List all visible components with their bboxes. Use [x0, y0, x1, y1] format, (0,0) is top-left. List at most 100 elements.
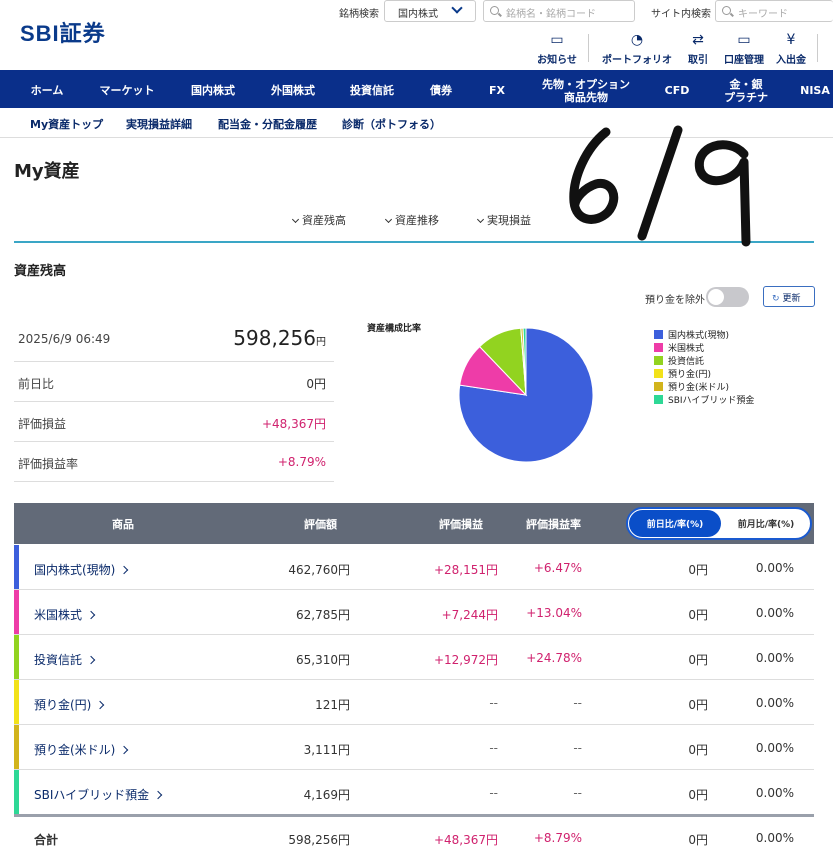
chevron-down-icon	[451, 2, 463, 14]
unrealized-pl: --	[489, 741, 498, 755]
nav-gold-silver[interactable]: 金・銀 プラチナ	[712, 73, 780, 108]
nav-fx[interactable]: FX	[474, 73, 520, 108]
category-color-bar	[14, 635, 19, 679]
trade-button[interactable]: ⇄ 取引	[682, 32, 714, 66]
handwritten-note	[569, 125, 751, 247]
subnav-diagnosis[interactable]: 診断（ポトフォる）	[342, 116, 441, 132]
nav-market[interactable]: マーケット	[88, 73, 166, 108]
market-value: 462,760円	[288, 563, 350, 577]
summary-row: 評価損益率 +8.79%	[14, 442, 334, 482]
nav-mutual-funds[interactable]: 投資信託	[336, 73, 408, 108]
day-change-rate: 0.00%	[755, 786, 794, 800]
holding-link[interactable]: SBIハイブリッド預金	[34, 786, 163, 803]
nav-nisa[interactable]: NISA	[790, 73, 833, 108]
legend-swatch	[654, 343, 663, 352]
table-total-row: 合計 598,256円 +48,367円 +8.79% 0円 0.00%	[14, 814, 814, 856]
nav-domestic-stocks[interactable]: 国内株式	[176, 73, 250, 108]
account-icon: ▭	[737, 32, 751, 48]
anchor-realized[interactable]: 実現損益	[476, 212, 531, 228]
anchor-balance[interactable]: 資産残高	[291, 212, 346, 228]
subnav-realized-pl[interactable]: 実現損益詳細	[126, 116, 192, 132]
search-icon	[722, 6, 731, 15]
comparison-toggle: 前日比/率(%) 前月比/率(%)	[626, 507, 812, 540]
market-value: 121円	[315, 698, 350, 712]
unrealized-pl: --	[489, 786, 498, 800]
ticker-search-input[interactable]: 銘柄名・銘柄コード	[483, 0, 635, 22]
notice-button[interactable]: ▭ お知らせ	[534, 32, 580, 66]
category-color-bar	[14, 770, 19, 814]
total-row: 2025/6/9 06:49 598,256円	[14, 318, 334, 362]
legend-swatch	[654, 356, 663, 365]
balance-section-title: 資産残高	[14, 264, 67, 279]
category-color-bar	[14, 545, 19, 589]
market-value: 65,310円	[296, 653, 350, 667]
deposit-button[interactable]: ¥ 入出金	[772, 32, 810, 66]
account-button[interactable]: ▭ 口座管理	[722, 32, 766, 66]
portfolio-icon: ◔	[630, 32, 644, 48]
subnav-dividend-history[interactable]: 配当金・分配金履歴	[218, 116, 317, 132]
nav-futures-options[interactable]: 先物・オプション 商品先物	[526, 73, 646, 108]
exclude-deposit-label: 預り金を除外	[645, 295, 705, 306]
holding-link[interactable]: 国内株式(現物)	[34, 561, 129, 578]
site-header: SBI証券 銘柄検索 国内株式 銘柄名・銘柄コード サイト内検索 キーワード ▭…	[0, 0, 833, 70]
legend-item: SBIハイブリッド預金	[654, 393, 754, 406]
chevron-right-icon	[86, 655, 96, 665]
unrealized-pl: +28,151円	[433, 563, 498, 577]
header-divider	[817, 34, 818, 62]
category-color-bar	[14, 590, 19, 634]
legend-item: 預り金(米ドル)	[654, 380, 754, 393]
market-value: 4,169円	[303, 788, 350, 802]
subnav-my-assets-top[interactable]: My資産トップ	[30, 116, 103, 132]
sbi-logo[interactable]: SBI証券	[20, 16, 106, 48]
legend-swatch	[654, 369, 663, 378]
trade-icon: ⇄	[692, 32, 704, 48]
holding-link[interactable]: 預り金(米ドル)	[34, 741, 129, 758]
day-change: 0円	[688, 788, 708, 802]
day-change: 0円	[688, 698, 708, 712]
month-compare-button[interactable]: 前月比/率(%)	[720, 510, 812, 537]
nav-bonds[interactable]: 債券	[414, 73, 468, 108]
day-change-rate: 0.00%	[755, 606, 794, 620]
yen-icon: ¥	[786, 32, 796, 48]
holding-link[interactable]: 投資信託	[34, 651, 96, 668]
unrealized-pl-rate: +13.04%	[526, 606, 582, 620]
header-divider	[588, 34, 589, 62]
as-of-datetime: 2025/6/9 06:49	[18, 332, 111, 346]
nav-cfd[interactable]: CFD	[652, 73, 702, 108]
day-change: 0円	[688, 563, 708, 577]
summary-row: 前日比 0円	[14, 362, 334, 402]
ticker-search-label: 銘柄検索	[339, 9, 379, 20]
day-compare-button[interactable]: 前日比/率(%)	[629, 510, 721, 537]
total-assets: 598,256円	[233, 326, 326, 350]
category-color-bar	[14, 725, 19, 769]
day-change-rate: 0.00%	[755, 561, 794, 575]
nav-home[interactable]: ホーム	[14, 73, 80, 108]
chevron-down-icon	[291, 215, 300, 224]
market-select[interactable]: 国内株式	[384, 0, 476, 22]
unrealized-pl-rate: +6.47%	[533, 561, 582, 575]
anchor-history[interactable]: 資産推移	[384, 212, 439, 228]
site-search-input[interactable]: キーワード	[715, 0, 833, 22]
day-change: 0円	[688, 608, 708, 622]
holding-link[interactable]: 預り金(円)	[34, 696, 105, 713]
refresh-button[interactable]: ↻ 更新	[763, 286, 815, 307]
table-row: 預り金(円) 121円 -- -- 0円 0.00%	[14, 680, 814, 725]
page-title: My資産	[14, 161, 80, 182]
market-value: 3,111円	[303, 743, 350, 757]
holdings-table-header: 商品 評価額 評価損益 評価損益率 前日比/率(%) 前月比/率(%)	[14, 503, 814, 544]
summary-row: 評価損益 +48,367円	[14, 402, 334, 442]
exclude-deposit-toggle[interactable]	[706, 287, 749, 307]
legend-swatch	[654, 382, 663, 391]
unrealized-pl-rate: --	[573, 786, 582, 800]
chevron-down-icon	[476, 215, 485, 224]
chevron-right-icon	[96, 700, 105, 710]
table-row: 国内株式(現物) 462,760円 +28,151円 +6.47% 0円 0.00%	[14, 545, 814, 590]
portfolio-button[interactable]: ◔ ポートフォリオ	[598, 32, 676, 66]
chat-icon: ▭	[550, 32, 564, 48]
legend-swatch	[654, 330, 663, 339]
holding-link[interactable]: 米国株式	[34, 606, 96, 623]
chevron-right-icon	[120, 565, 129, 575]
table-row: 米国株式 62,785円 +7,244円 +13.04% 0円 0.00%	[14, 590, 814, 635]
pie-legend: 国内株式(現物) 米国株式 投資信託 預り金(円) 預り金(米ドル) SBIハイブリッド預…	[654, 328, 754, 406]
nav-foreign-stocks[interactable]: 外国株式	[256, 73, 330, 108]
